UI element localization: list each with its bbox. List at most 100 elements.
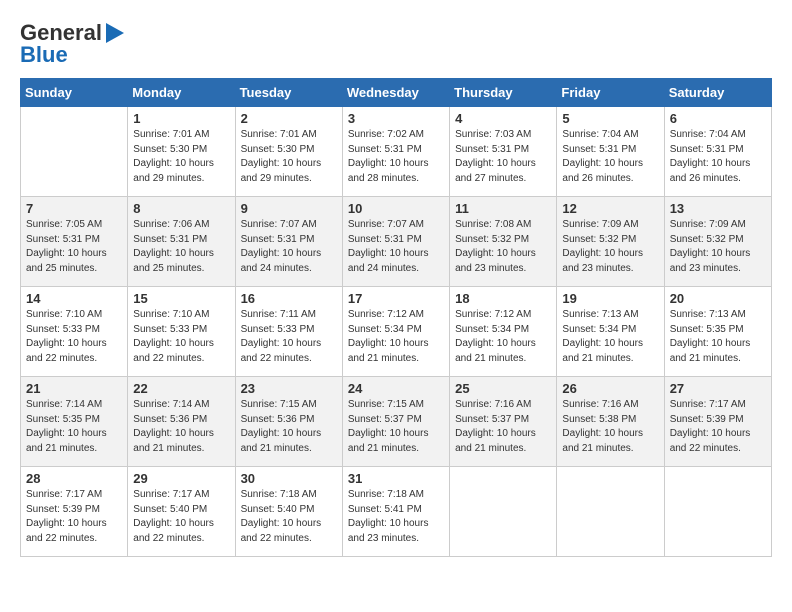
cell-text: Sunrise: 7:12 AMSunset: 5:34 PMDaylight:… [348, 309, 429, 364]
calendar-cell: 19 Sunrise: 7:13 AMSunset: 5:34 PMDaylig… [557, 287, 664, 377]
day-number: 28 [26, 471, 122, 486]
logo: General Blue [20, 20, 124, 68]
calendar-week-row: 1 Sunrise: 7:01 AMSunset: 5:30 PMDayligh… [21, 107, 772, 197]
calendar-cell [557, 467, 664, 557]
day-number: 3 [348, 111, 444, 126]
cell-text: Sunrise: 7:02 AMSunset: 5:31 PMDaylight:… [348, 129, 429, 184]
calendar-cell: 11 Sunrise: 7:08 AMSunset: 5:32 PMDaylig… [450, 197, 557, 287]
day-number: 31 [348, 471, 444, 486]
day-number: 21 [26, 381, 122, 396]
cell-text: Sunrise: 7:11 AMSunset: 5:33 PMDaylight:… [241, 309, 322, 364]
cell-text: Sunrise: 7:15 AMSunset: 5:36 PMDaylight:… [241, 399, 322, 454]
calendar-cell: 3 Sunrise: 7:02 AMSunset: 5:31 PMDayligh… [342, 107, 449, 197]
weekday-header-friday: Friday [557, 79, 664, 107]
day-number: 14 [26, 291, 122, 306]
calendar-cell: 6 Sunrise: 7:04 AMSunset: 5:31 PMDayligh… [664, 107, 771, 197]
cell-text: Sunrise: 7:04 AMSunset: 5:31 PMDaylight:… [562, 129, 643, 184]
day-number: 9 [241, 201, 337, 216]
calendar-week-row: 21 Sunrise: 7:14 AMSunset: 5:35 PMDaylig… [21, 377, 772, 467]
day-number: 23 [241, 381, 337, 396]
day-number: 7 [26, 201, 122, 216]
cell-text: Sunrise: 7:18 AMSunset: 5:40 PMDaylight:… [241, 489, 322, 544]
calendar-cell: 29 Sunrise: 7:17 AMSunset: 5:40 PMDaylig… [128, 467, 235, 557]
calendar-cell: 26 Sunrise: 7:16 AMSunset: 5:38 PMDaylig… [557, 377, 664, 467]
cell-text: Sunrise: 7:17 AMSunset: 5:39 PMDaylight:… [670, 399, 751, 454]
calendar-cell: 18 Sunrise: 7:12 AMSunset: 5:34 PMDaylig… [450, 287, 557, 377]
cell-text: Sunrise: 7:10 AMSunset: 5:33 PMDaylight:… [133, 309, 214, 364]
day-number: 19 [562, 291, 658, 306]
cell-text: Sunrise: 7:03 AMSunset: 5:31 PMDaylight:… [455, 129, 536, 184]
cell-text: Sunrise: 7:13 AMSunset: 5:35 PMDaylight:… [670, 309, 751, 364]
calendar-cell: 30 Sunrise: 7:18 AMSunset: 5:40 PMDaylig… [235, 467, 342, 557]
day-number: 11 [455, 201, 551, 216]
cell-text: Sunrise: 7:18 AMSunset: 5:41 PMDaylight:… [348, 489, 429, 544]
cell-text: Sunrise: 7:17 AMSunset: 5:39 PMDaylight:… [26, 489, 107, 544]
calendar-cell: 1 Sunrise: 7:01 AMSunset: 5:30 PMDayligh… [128, 107, 235, 197]
day-number: 29 [133, 471, 229, 486]
cell-text: Sunrise: 7:05 AMSunset: 5:31 PMDaylight:… [26, 219, 107, 274]
cell-text: Sunrise: 7:10 AMSunset: 5:33 PMDaylight:… [26, 309, 107, 364]
weekday-header-thursday: Thursday [450, 79, 557, 107]
cell-text: Sunrise: 7:16 AMSunset: 5:37 PMDaylight:… [455, 399, 536, 454]
calendar-cell: 2 Sunrise: 7:01 AMSunset: 5:30 PMDayligh… [235, 107, 342, 197]
day-number: 8 [133, 201, 229, 216]
calendar-cell: 22 Sunrise: 7:14 AMSunset: 5:36 PMDaylig… [128, 377, 235, 467]
header: General Blue [20, 20, 772, 68]
weekday-header-wednesday: Wednesday [342, 79, 449, 107]
calendar-cell: 17 Sunrise: 7:12 AMSunset: 5:34 PMDaylig… [342, 287, 449, 377]
calendar-cell: 27 Sunrise: 7:17 AMSunset: 5:39 PMDaylig… [664, 377, 771, 467]
weekday-header-row: SundayMondayTuesdayWednesdayThursdayFrid… [21, 79, 772, 107]
calendar-table: SundayMondayTuesdayWednesdayThursdayFrid… [20, 78, 772, 557]
day-number: 27 [670, 381, 766, 396]
calendar-cell: 5 Sunrise: 7:04 AMSunset: 5:31 PMDayligh… [557, 107, 664, 197]
calendar-cell: 14 Sunrise: 7:10 AMSunset: 5:33 PMDaylig… [21, 287, 128, 377]
calendar-cell [450, 467, 557, 557]
cell-text: Sunrise: 7:15 AMSunset: 5:37 PMDaylight:… [348, 399, 429, 454]
calendar-cell [21, 107, 128, 197]
cell-text: Sunrise: 7:14 AMSunset: 5:36 PMDaylight:… [133, 399, 214, 454]
day-number: 25 [455, 381, 551, 396]
logo-blue: Blue [20, 42, 68, 68]
cell-text: Sunrise: 7:01 AMSunset: 5:30 PMDaylight:… [133, 129, 214, 184]
day-number: 4 [455, 111, 551, 126]
day-number: 16 [241, 291, 337, 306]
calendar-cell: 31 Sunrise: 7:18 AMSunset: 5:41 PMDaylig… [342, 467, 449, 557]
cell-text: Sunrise: 7:08 AMSunset: 5:32 PMDaylight:… [455, 219, 536, 274]
cell-text: Sunrise: 7:09 AMSunset: 5:32 PMDaylight:… [670, 219, 751, 274]
calendar-week-row: 7 Sunrise: 7:05 AMSunset: 5:31 PMDayligh… [21, 197, 772, 287]
day-number: 6 [670, 111, 766, 126]
day-number: 17 [348, 291, 444, 306]
calendar-cell: 9 Sunrise: 7:07 AMSunset: 5:31 PMDayligh… [235, 197, 342, 287]
logo-arrow-icon [106, 23, 124, 43]
weekday-header-tuesday: Tuesday [235, 79, 342, 107]
day-number: 10 [348, 201, 444, 216]
calendar-cell: 10 Sunrise: 7:07 AMSunset: 5:31 PMDaylig… [342, 197, 449, 287]
calendar-cell: 21 Sunrise: 7:14 AMSunset: 5:35 PMDaylig… [21, 377, 128, 467]
day-number: 12 [562, 201, 658, 216]
calendar-cell: 7 Sunrise: 7:05 AMSunset: 5:31 PMDayligh… [21, 197, 128, 287]
cell-text: Sunrise: 7:06 AMSunset: 5:31 PMDaylight:… [133, 219, 214, 274]
day-number: 20 [670, 291, 766, 306]
calendar-cell: 28 Sunrise: 7:17 AMSunset: 5:39 PMDaylig… [21, 467, 128, 557]
cell-text: Sunrise: 7:07 AMSunset: 5:31 PMDaylight:… [348, 219, 429, 274]
calendar-cell: 20 Sunrise: 7:13 AMSunset: 5:35 PMDaylig… [664, 287, 771, 377]
calendar-cell: 12 Sunrise: 7:09 AMSunset: 5:32 PMDaylig… [557, 197, 664, 287]
day-number: 22 [133, 381, 229, 396]
day-number: 24 [348, 381, 444, 396]
calendar-cell: 23 Sunrise: 7:15 AMSunset: 5:36 PMDaylig… [235, 377, 342, 467]
weekday-header-monday: Monday [128, 79, 235, 107]
day-number: 1 [133, 111, 229, 126]
day-number: 2 [241, 111, 337, 126]
cell-text: Sunrise: 7:01 AMSunset: 5:30 PMDaylight:… [241, 129, 322, 184]
cell-text: Sunrise: 7:07 AMSunset: 5:31 PMDaylight:… [241, 219, 322, 274]
cell-text: Sunrise: 7:04 AMSunset: 5:31 PMDaylight:… [670, 129, 751, 184]
cell-text: Sunrise: 7:12 AMSunset: 5:34 PMDaylight:… [455, 309, 536, 364]
calendar-week-row: 28 Sunrise: 7:17 AMSunset: 5:39 PMDaylig… [21, 467, 772, 557]
cell-text: Sunrise: 7:14 AMSunset: 5:35 PMDaylight:… [26, 399, 107, 454]
cell-text: Sunrise: 7:09 AMSunset: 5:32 PMDaylight:… [562, 219, 643, 274]
day-number: 13 [670, 201, 766, 216]
weekday-header-saturday: Saturday [664, 79, 771, 107]
calendar-cell: 16 Sunrise: 7:11 AMSunset: 5:33 PMDaylig… [235, 287, 342, 377]
calendar-cell: 13 Sunrise: 7:09 AMSunset: 5:32 PMDaylig… [664, 197, 771, 287]
day-number: 15 [133, 291, 229, 306]
